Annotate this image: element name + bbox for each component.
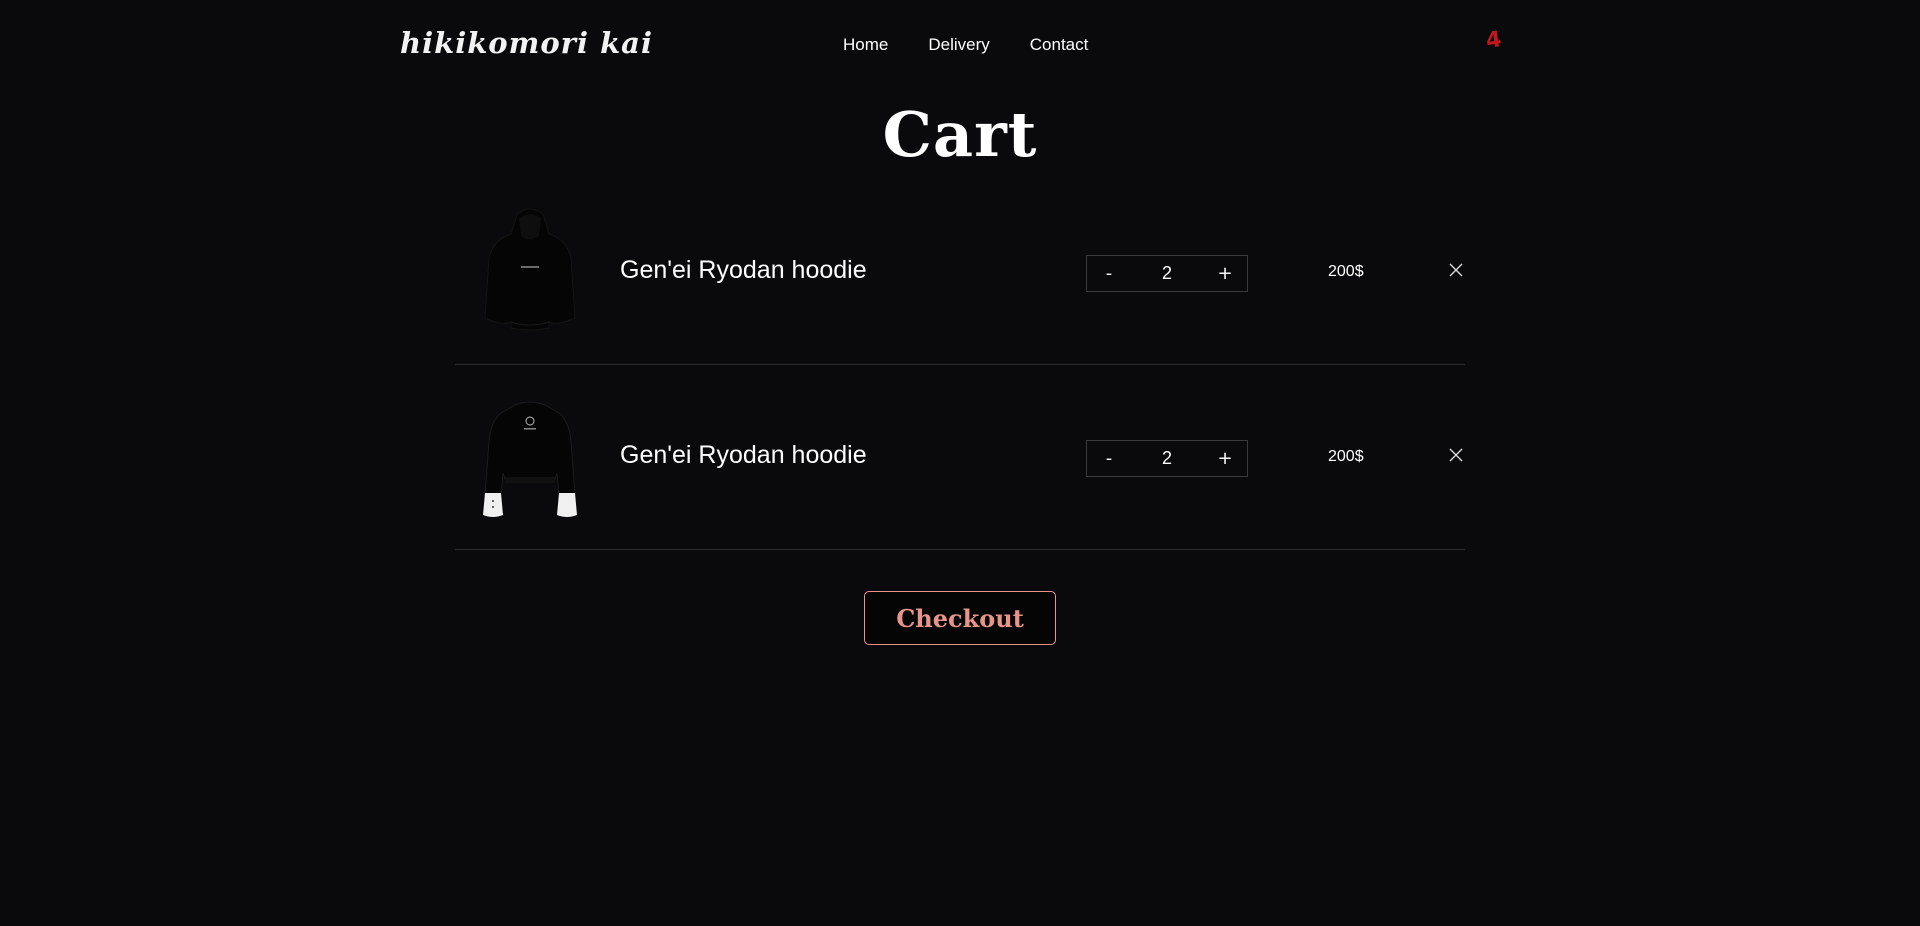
- increment-button[interactable]: +: [1216, 263, 1234, 284]
- site-logo[interactable]: hikikomori kai: [400, 26, 653, 60]
- black-white-sleeve-sweater-image: [483, 401, 577, 517]
- item-price: 200$: [1328, 448, 1364, 465]
- quantity-stepper: - 2 +: [1086, 440, 1248, 477]
- close-icon[interactable]: [1448, 262, 1464, 278]
- cart-item: Gen'ei Ryodan hoodie - 2 + 200$: [455, 180, 1465, 365]
- product-name: Gen'ei Ryodan hoodie: [620, 256, 867, 284]
- decrement-button[interactable]: -: [1100, 263, 1118, 284]
- checkout-button[interactable]: Checkout: [864, 591, 1056, 645]
- quantity-value: 2: [1161, 263, 1172, 283]
- quantity-value: 2: [1161, 448, 1172, 468]
- site-header: hikikomori kai Home Delivery Contact 4: [0, 0, 1920, 90]
- nav-contact[interactable]: Contact: [1030, 35, 1089, 55]
- main-nav: Home Delivery Contact: [843, 35, 1088, 55]
- increment-button[interactable]: +: [1216, 448, 1234, 469]
- quantity-stepper: - 2 +: [1086, 255, 1248, 292]
- product-name: Gen'ei Ryodan hoodie: [620, 441, 867, 469]
- item-price: 200$: [1328, 263, 1364, 280]
- black-hoodie-image: [484, 208, 576, 331]
- decrement-button[interactable]: -: [1100, 448, 1118, 469]
- nav-home[interactable]: Home: [843, 35, 888, 55]
- close-icon[interactable]: [1448, 447, 1464, 463]
- cart-item: Gen'ei Ryodan hoodie - 2 + 200$: [455, 365, 1465, 550]
- nav-delivery[interactable]: Delivery: [928, 35, 989, 55]
- cart-icon[interactable]: 4: [1484, 27, 1503, 54]
- page-title: Cart: [882, 98, 1038, 171]
